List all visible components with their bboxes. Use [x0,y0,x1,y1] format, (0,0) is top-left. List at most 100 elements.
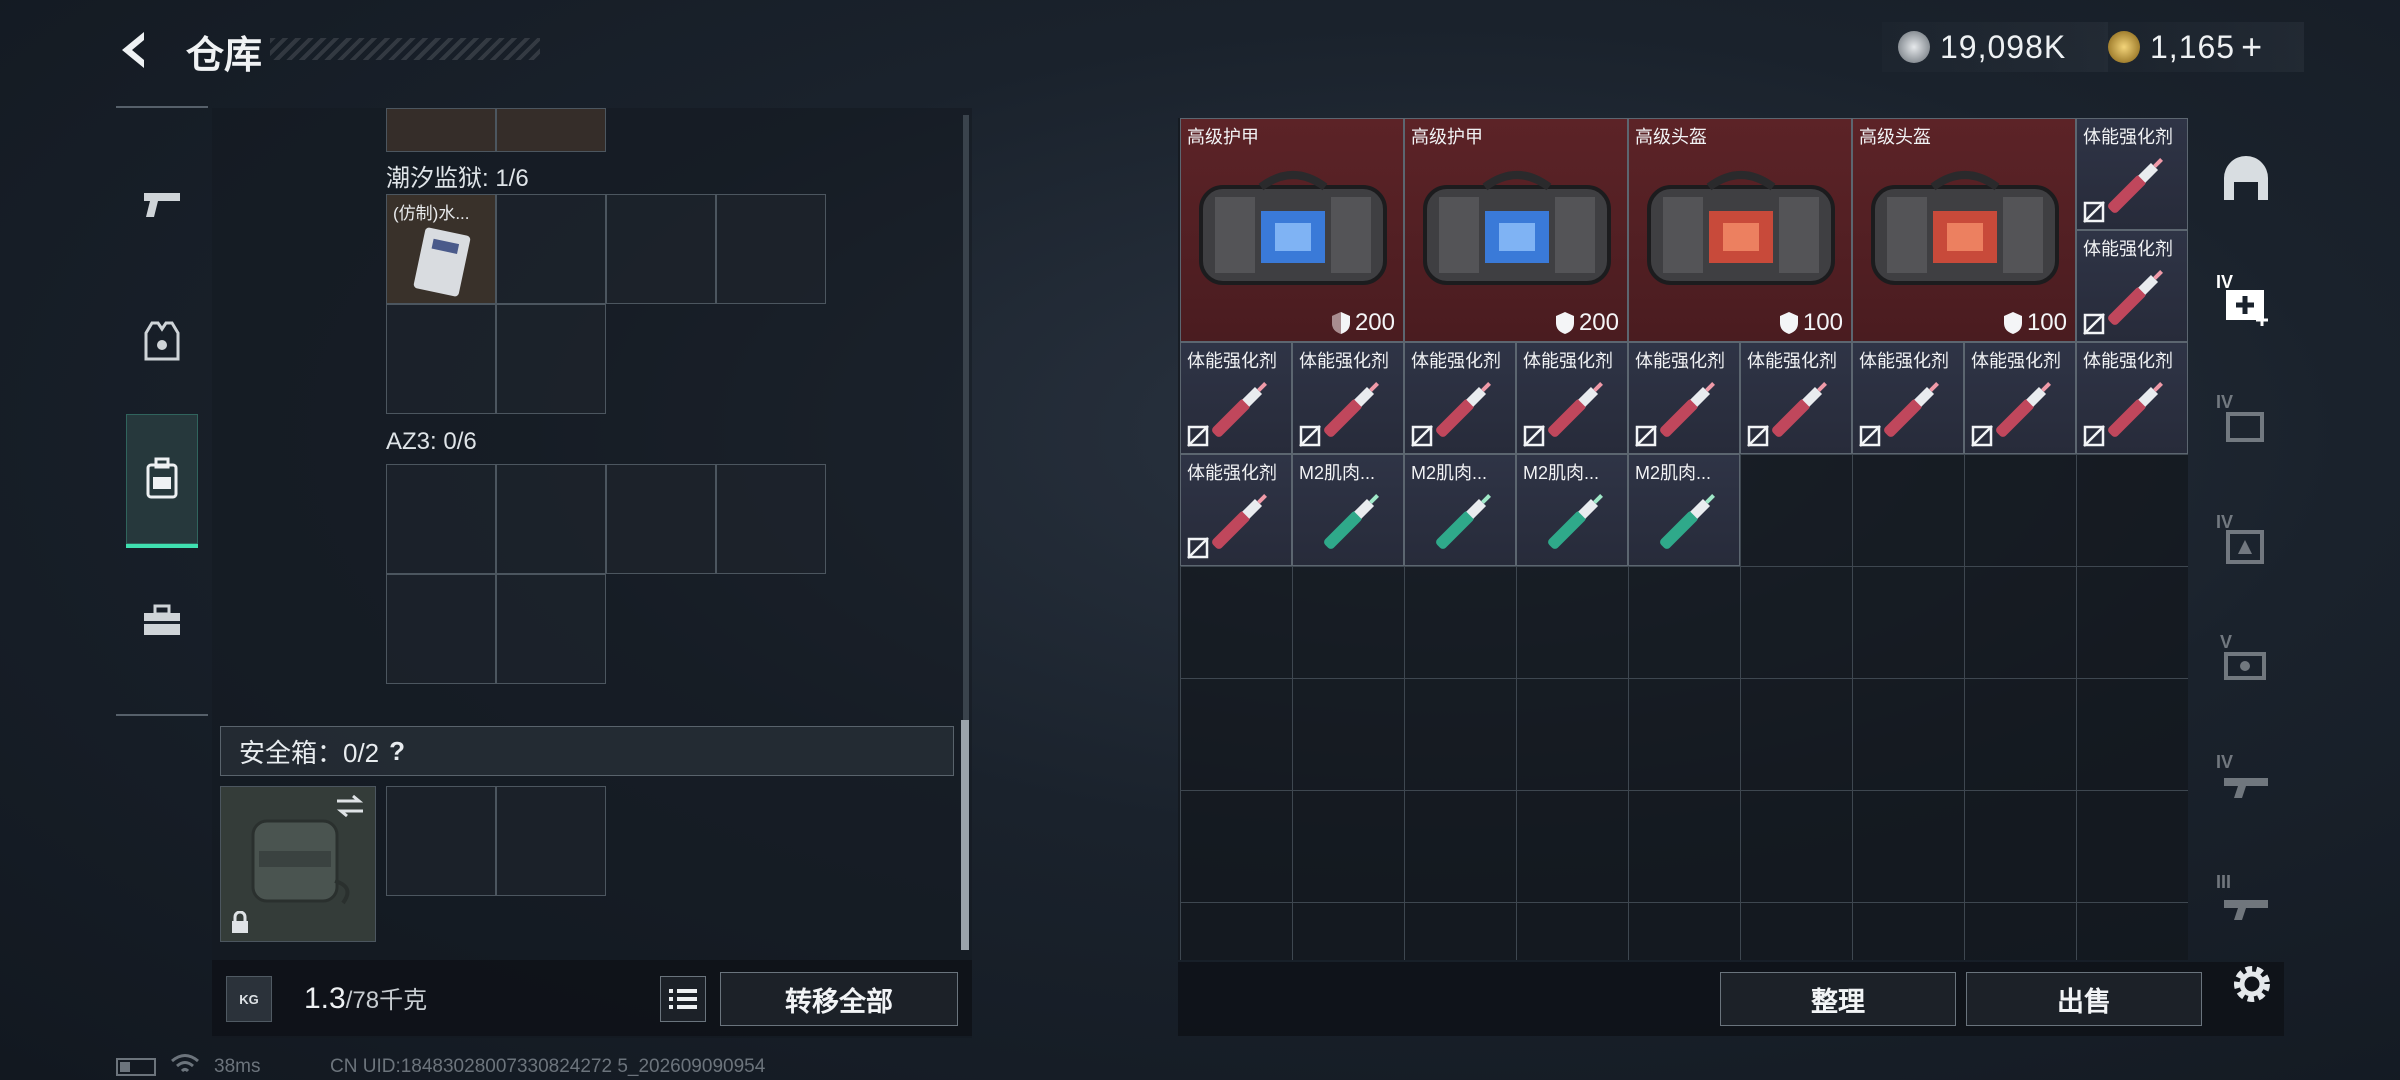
stash-item-consumable[interactable]: 体能强化剂 [1628,342,1740,454]
item-name: M2肌肉... [1299,463,1376,483]
stash-item-consumable[interactable]: 体能强化剂 [1292,342,1404,454]
stash-tab-loot[interactable]: V [2216,628,2276,688]
stash-item-consumable[interactable]: 体能强化剂 [1964,342,2076,454]
prison-slot[interactable] [496,194,606,304]
stash-tab-armor[interactable]: IV [2216,508,2276,568]
stash-item-bag[interactable]: 高级护甲 200 [1404,118,1628,342]
safe-box-help-button[interactable]: ? [389,736,405,767]
safe-case-icon [251,819,350,905]
az3-container-label: AZ3: 0/6 [386,428,477,455]
back-button[interactable] [112,26,160,74]
stash-item-consumable[interactable]: 体能强化剂 [2076,230,2188,342]
armor-vest-icon [144,321,180,361]
list-icon [669,989,697,1009]
ammo-box-icon: IV [2216,392,2264,442]
prison-item-slot[interactable]: (仿制)水... [386,194,496,304]
green-injector-icon [1548,494,1603,549]
stash-tab-ammo[interactable]: IV [2216,388,2276,448]
az3-slot[interactable] [716,464,826,574]
nav-backpack[interactable] [126,414,198,548]
az3-slot[interactable] [496,574,606,684]
list-view-button[interactable] [660,976,706,1022]
stash-item-consumable[interactable]: 体能强化剂 [2076,118,2188,230]
stash-item-bag[interactable]: 高级头盔 100 [1852,118,2076,342]
no-insure-icon [1859,425,1881,447]
safe-box-case[interactable] [220,786,376,942]
safe-slot[interactable] [496,786,606,896]
item-name: 体能强化剂 [1971,351,2061,371]
green-injector-icon [1436,494,1491,549]
prison-item-name: (仿制)水... [393,204,470,223]
prison-slot[interactable] [386,304,496,414]
item-value: 200 [1331,309,1395,337]
stash-item-consumable[interactable]: 体能强化剂 [1852,342,1964,454]
stash-tab-home[interactable] [2216,148,2276,208]
settings-button[interactable] [2222,954,2282,1014]
battery-icon [116,1058,156,1076]
stash-tab-misc[interactable]: III [2216,868,2276,928]
uid-text: CN UID:18483028007330824272 5_2026090909… [330,1056,766,1077]
duffel-bag-icon [1871,171,2059,285]
no-insure-icon [1187,425,1209,447]
safe-slot[interactable] [386,786,496,896]
partial-cell[interactable] [496,108,606,152]
category-nav [116,106,208,716]
prison-slot[interactable] [496,304,606,414]
organize-button[interactable]: 整理 [1720,972,1956,1026]
stash-item-consumable[interactable]: M2肌肉... [1516,454,1628,566]
armor-box-icon: IV [2216,512,2264,564]
prison-slot[interactable] [716,194,826,304]
item-name: 体能强化剂 [1411,351,1501,371]
stash-item-bag[interactable]: 高级头盔 100 [1628,118,1852,342]
az3-slot[interactable] [386,464,496,574]
gold-currency[interactable]: 1,165 + [2104,22,2304,72]
no-insure-icon [1635,425,1657,447]
stash-item-consumable[interactable]: M2肌肉... [1404,454,1516,566]
safe-box-header: 安全箱：0/2 ? [220,726,954,776]
nav-weapons[interactable] [126,138,198,268]
silver-currency: 19,098K [1882,22,2108,72]
swap-icon[interactable] [333,793,367,819]
no-insure-icon [1187,537,1209,559]
transfer-all-button[interactable]: 转移全部 [720,972,958,1026]
sell-button[interactable]: 出售 [1966,972,2202,1026]
nav-armor[interactable] [126,276,198,406]
stash-tab-medical[interactable]: IV [2216,268,2276,328]
svg-text:IV: IV [2216,272,2233,292]
weight-icon: KG [226,976,272,1022]
pistol-icon [144,193,180,217]
lock-icon [232,911,248,933]
nav-toolbox[interactable] [126,556,198,686]
stash-tab-weapons[interactable]: IV [2216,748,2276,808]
prison-slot[interactable] [606,194,716,304]
green-injector-icon [1660,494,1715,549]
green-injector-icon [1324,494,1379,549]
az3-slot[interactable] [386,574,496,684]
stash-item-consumable[interactable]: 体能强化剂 [1180,342,1292,454]
gold-amount: 1,165 [2150,28,2236,65]
item-value: 100 [1779,309,1843,337]
stash-item-consumable[interactable]: 体能强化剂 [1404,342,1516,454]
stash-item-bag[interactable]: 高级护甲 200 [1180,118,1404,342]
item-name: 体能强化剂 [2083,239,2173,259]
az3-slot[interactable] [606,464,716,574]
partial-cell[interactable] [386,108,496,152]
az3-slot[interactable] [496,464,606,574]
safe-box-label: 安全箱：0/2 [239,737,380,768]
stash-item-consumable[interactable]: M2肌肉... [1292,454,1404,566]
stash-item-consumable[interactable]: 体能强化剂 [1740,342,1852,454]
no-insure-icon [2083,201,2105,223]
stash-item-consumable[interactable]: 体能强化剂 [1516,342,1628,454]
stash-item-consumable[interactable]: M2肌肉... [1628,454,1740,566]
silver-amount: 19,098K [1940,28,2067,65]
ping-text: 38ms [214,1056,261,1077]
loadout-scrollbar-thumb[interactable] [961,720,969,950]
wifi-icon [171,1054,199,1073]
stash-item-consumable[interactable]: 体能强化剂 [2076,342,2188,454]
stash-item-consumable[interactable]: 体能强化剂 [1180,454,1292,566]
weight-current: 1.3 [304,982,346,1015]
dome-icon [2224,156,2268,200]
add-gold-button[interactable]: + [2241,26,2263,68]
no-insure-icon [2083,425,2105,447]
item-name: M2肌肉... [1635,463,1712,483]
